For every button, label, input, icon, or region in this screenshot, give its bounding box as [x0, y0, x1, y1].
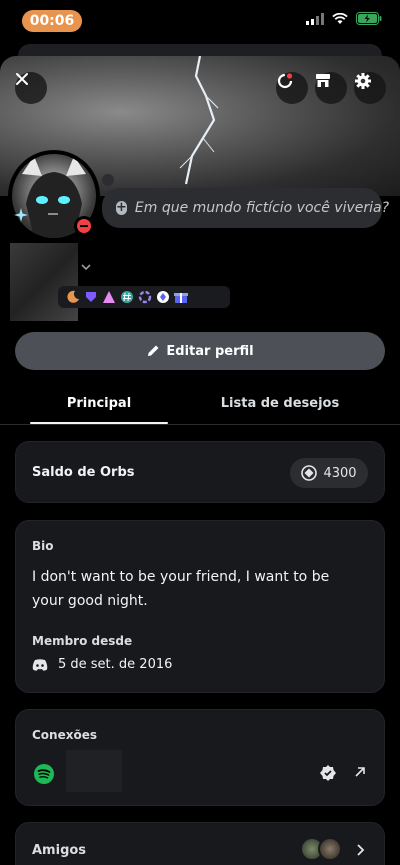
orbs-value: 4300	[323, 465, 357, 481]
member-since-date: 5 de set. de 2016	[58, 657, 173, 672]
external-link-icon[interactable]	[354, 766, 366, 778]
bubble-tail	[102, 174, 114, 186]
friends-card[interactable]: Amigos	[15, 822, 385, 865]
friend-avatar	[318, 837, 342, 861]
orbs-balance[interactable]: 4300	[290, 458, 368, 488]
shop-icon	[316, 74, 330, 87]
chevron-right-icon	[357, 844, 365, 856]
edit-profile-label: Editar perfil	[166, 343, 254, 359]
chevron-down-icon[interactable]	[80, 262, 92, 272]
friends-label: Amigos	[32, 843, 87, 858]
orbs-card[interactable]: Saldo de Orbs 4300	[15, 441, 385, 503]
battery-icon	[356, 12, 382, 25]
hash-badge-icon[interactable]	[120, 290, 134, 304]
bio-label: Bio	[32, 539, 54, 553]
system-indicators	[306, 12, 382, 25]
close-button[interactable]	[15, 72, 47, 104]
gift-badge-icon[interactable]	[174, 290, 188, 304]
shield-badge-icon[interactable]	[84, 290, 98, 304]
add-icon: +	[116, 200, 127, 215]
nitro-icon	[277, 73, 293, 89]
connections-card: Conexões	[15, 709, 385, 806]
display-name-image	[10, 243, 78, 321]
verified-icon	[320, 765, 336, 781]
discord-icon	[32, 658, 48, 671]
member-since-label: Membro desde	[32, 634, 133, 648]
tab-principal[interactable]: Principal	[30, 396, 168, 411]
status-bar: 00:06	[0, 0, 400, 44]
status-placeholder: Em que mundo fictício você viveria?	[134, 200, 390, 216]
close-icon	[16, 73, 28, 85]
gear-icon	[355, 73, 371, 89]
sparkle-icon	[14, 208, 28, 222]
boost-badge-icon[interactable]	[156, 290, 170, 304]
orb-icon	[301, 465, 318, 481]
tabs-divider	[0, 424, 400, 425]
orbs-label: Saldo de Orbs	[32, 465, 135, 480]
tab-wishlist[interactable]: Lista de desejos	[200, 396, 360, 411]
nitro-badge-icon[interactable]	[138, 290, 152, 304]
triangle-badge-icon[interactable]	[102, 290, 116, 304]
settings-button[interactable]	[354, 72, 386, 104]
pencil-icon	[148, 345, 159, 356]
shop-button[interactable]	[315, 72, 347, 104]
wifi-icon	[332, 12, 348, 24]
moon-badge-icon[interactable]	[66, 290, 80, 304]
spotify-account-name	[66, 750, 122, 792]
custom-status-button[interactable]: + Em que mundo fictício você viveria?	[102, 188, 389, 228]
badge-list	[58, 286, 230, 308]
member-since-row: 5 de set. de 2016	[32, 657, 172, 672]
connections-label: Conexões	[32, 728, 97, 742]
bio-text: I don't want to be your friend, I want t…	[32, 569, 330, 609]
bio-card: Bio I don't want to be your friend, I wa…	[15, 520, 385, 693]
edit-profile-button[interactable]: Editar perfil	[15, 332, 385, 370]
spotify-icon	[34, 764, 54, 784]
signal-icon	[306, 12, 324, 25]
nitro-button[interactable]	[276, 72, 308, 104]
clock-time: 00:06	[22, 10, 82, 32]
dnd-status-badge	[74, 216, 94, 236]
